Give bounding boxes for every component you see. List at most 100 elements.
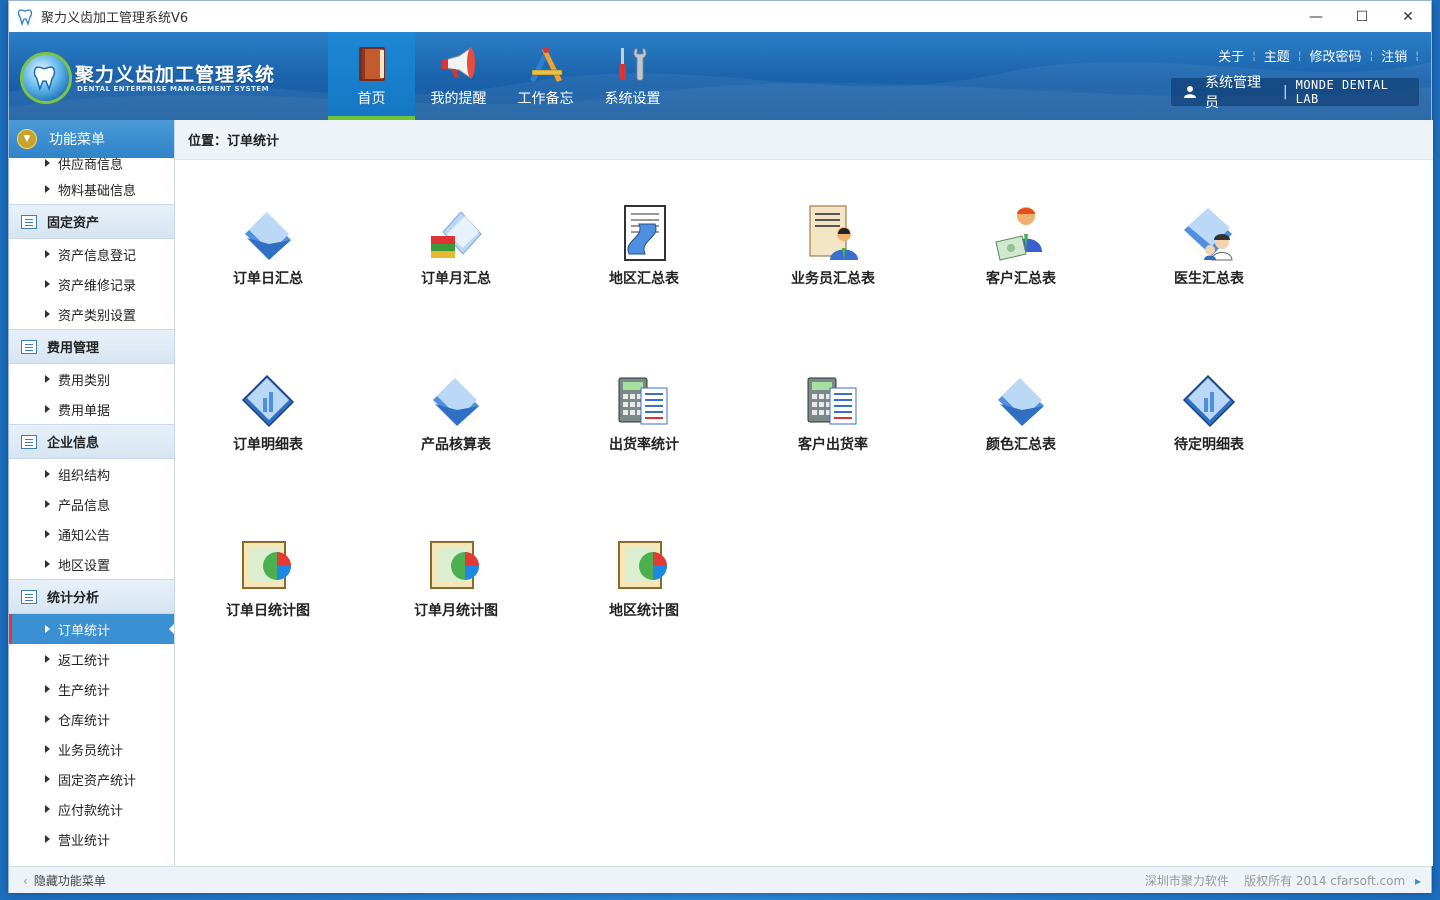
tile-customer-summary[interactable]: 客户汇总表 (951, 204, 1091, 304)
tile-region-summary[interactable]: 地区汇总表 (574, 204, 714, 304)
triangle-right-icon (45, 745, 50, 753)
tile-label: 颜色汇总表 (986, 437, 1056, 453)
tile-order-monthly-chart[interactable]: 订单月统计图 (386, 536, 526, 636)
chevron-down-icon: ▼ (17, 129, 37, 149)
sidebar-group-label: 费用管理 (47, 341, 100, 356)
sidebar-item-notices[interactable]: 通知公告 (9, 519, 174, 549)
folder-blue-icon (998, 378, 1044, 426)
sidebar-item-warehouse-stats[interactable]: 仓库统计 (9, 704, 174, 734)
tile-shipment-rate[interactable]: 出货率统计 (574, 370, 714, 470)
sidebar-group-expenses[interactable]: 费用管理 (9, 329, 174, 364)
tile-order-detail[interactable]: 订单明细表 (198, 370, 338, 470)
sidebar-item-asset-register[interactable]: 资产信息登记 (9, 239, 174, 269)
pie-chart-sheet-icon (618, 541, 667, 589)
tile-label: 医生汇总表 (1174, 271, 1244, 287)
folder-chart-icon (1182, 374, 1236, 428)
tile-product-accounting[interactable]: 产品核算表 (386, 370, 526, 470)
sidebar-item-expense-category[interactable]: 费用类别 (9, 364, 174, 394)
nav-memo[interactable]: 工作备忘 (502, 32, 589, 120)
sidebar-item-label: 组织结构 (58, 468, 111, 484)
sidebar-group-statistics[interactable]: 统计分析 (9, 579, 174, 614)
nav-reminders[interactable]: 我的提醒 (415, 32, 502, 120)
sidebar-item-label: 业务员统计 (58, 743, 124, 759)
sidebar-group-enterprise[interactable]: 企业信息 (9, 424, 174, 459)
close-button[interactable]: ✕ (1385, 1, 1431, 32)
sidebar-item-regions[interactable]: 地区设置 (9, 549, 174, 579)
sidebar-item-order-stats[interactable]: 订单统计 (9, 614, 174, 644)
tile-label: 订单明细表 (233, 437, 303, 453)
sidebar-item-supplier-info[interactable]: 供应商信息 (9, 152, 174, 174)
sidebar: ▼ 功能菜单 供应商信息 物料基础信息 固定资产 资产信息登记 资产维修记录 资… (9, 120, 175, 866)
nav-reminders-label: 我的提醒 (430, 91, 487, 107)
triangle-right-icon (45, 500, 50, 508)
top-navigation: 首页 我的提醒 工作备忘 系统设置 (328, 32, 676, 120)
tile-label: 订单月统计图 (414, 603, 498, 619)
tile-label: 客户出货率 (798, 437, 868, 453)
header-links: 关于 ¦ 主题 ¦ 修改密码 ¦ 注销 ¦ (1210, 46, 1419, 65)
triangle-right-icon (45, 159, 50, 167)
sidebar-item-asset-category[interactable]: 资产类别设置 (9, 299, 174, 329)
sidebar-group-fixed-assets[interactable]: 固定资产 (9, 204, 174, 239)
sidebar-item-label: 应付款统计 (58, 803, 124, 819)
theme-link[interactable]: 主题 (1256, 46, 1298, 65)
sidebar-item-payable-stats[interactable]: 应付款统计 (9, 794, 174, 824)
tile-label: 订单月汇总 (421, 271, 491, 287)
sidebar-item-asset-stats[interactable]: 固定资产统计 (9, 764, 174, 794)
sidebar-item-expense-voucher[interactable]: 费用单据 (9, 394, 174, 424)
folder-chart-icon (241, 374, 295, 428)
logo-emblem (20, 52, 72, 104)
sidebar-item-material-info[interactable]: 物料基础信息 (9, 174, 174, 204)
tile-salesman-summary[interactable]: 业务员汇总表 (763, 204, 903, 304)
triangle-right-icon (45, 685, 50, 693)
folder-blue-icon (433, 378, 479, 426)
sidebar-item-organization[interactable]: 组织结构 (9, 459, 174, 489)
tile-doctor-summary[interactable]: 医生汇总表 (1139, 204, 1279, 304)
tile-pending-detail[interactable]: 待定明细表 (1139, 370, 1279, 470)
sidebar-item-rework-stats[interactable]: 返工统计 (9, 644, 174, 674)
customer-money-icon (995, 207, 1042, 261)
calculator-report-icon (618, 377, 668, 425)
sidebar-item-label: 营业统计 (58, 833, 111, 849)
sidebar-item-asset-repair[interactable]: 资产维修记录 (9, 269, 174, 299)
triangle-right-icon (45, 310, 50, 318)
sidebar-item-label: 资产信息登记 (58, 248, 137, 264)
minimize-button[interactable]: — (1293, 1, 1339, 32)
nav-home[interactable]: 首页 (328, 32, 415, 120)
hide-menu-toggle[interactable]: ‹ 隐藏功能菜单 (9, 872, 106, 889)
sidebar-item-label: 物料基础信息 (58, 183, 137, 199)
triangle-right-icon (45, 655, 50, 663)
nav-settings[interactable]: 系统设置 (589, 32, 676, 120)
sidebar-item-salesman-stats[interactable]: 业务员统计 (9, 734, 174, 764)
user-separator: | (1282, 84, 1288, 100)
app-header: 聚力义齿加工管理系统 DENTAL ENTERPRISE MANAGEMENT … (9, 32, 1431, 120)
title-bar[interactable]: 聚力义齿加工管理系统V6 — ☐ ✕ (9, 1, 1431, 32)
link-separator: ¦ (1415, 49, 1419, 62)
about-link[interactable]: 关于 (1210, 46, 1252, 65)
list-icon (21, 214, 37, 229)
sidebar-group-label: 企业信息 (47, 436, 100, 451)
change-password-link[interactable]: 修改密码 (1302, 46, 1370, 65)
tile-label: 待定明细表 (1174, 437, 1244, 453)
tile-order-monthly-summary[interactable]: 订单月汇总 (386, 204, 526, 304)
triangle-right-icon (45, 185, 50, 193)
tile-order-daily-chart[interactable]: 订单日统计图 (198, 536, 338, 636)
sidebar-item-revenue-stats[interactable]: 营业统计 (9, 824, 174, 854)
sidebar-item-products[interactable]: 产品信息 (9, 489, 174, 519)
tile-region-chart[interactable]: 地区统计图 (574, 536, 714, 636)
copyright-text: 版权所有 2014 cfarsoft.com (1244, 873, 1406, 888)
maximize-button[interactable]: ☐ (1339, 1, 1385, 32)
triangle-right-icon (45, 805, 50, 813)
tile-label: 客户汇总表 (986, 271, 1056, 287)
app-window: 聚力义齿加工管理系统V6 — ☐ ✕ 聚力义齿加工管理系统 DENTAL ENT… (8, 0, 1433, 893)
window-title: 聚力义齿加工管理系统V6 (41, 11, 189, 26)
tile-color-summary[interactable]: 颜色汇总表 (951, 370, 1091, 470)
window-controls: — ☐ ✕ (1293, 1, 1431, 32)
hide-menu-label: 隐藏功能菜单 (33, 873, 106, 888)
pie-chart-sheet-icon (430, 541, 479, 589)
sidebar-item-production-stats[interactable]: 生产统计 (9, 674, 174, 704)
tile-order-daily-summary[interactable]: 订单日汇总 (198, 204, 338, 304)
sidebar-title: 功能菜单 (49, 132, 105, 148)
tile-customer-shipment-rate[interactable]: 客户出货率 (763, 370, 903, 470)
logout-link[interactable]: 注销 (1373, 46, 1415, 65)
triangle-right-icon (45, 530, 50, 538)
